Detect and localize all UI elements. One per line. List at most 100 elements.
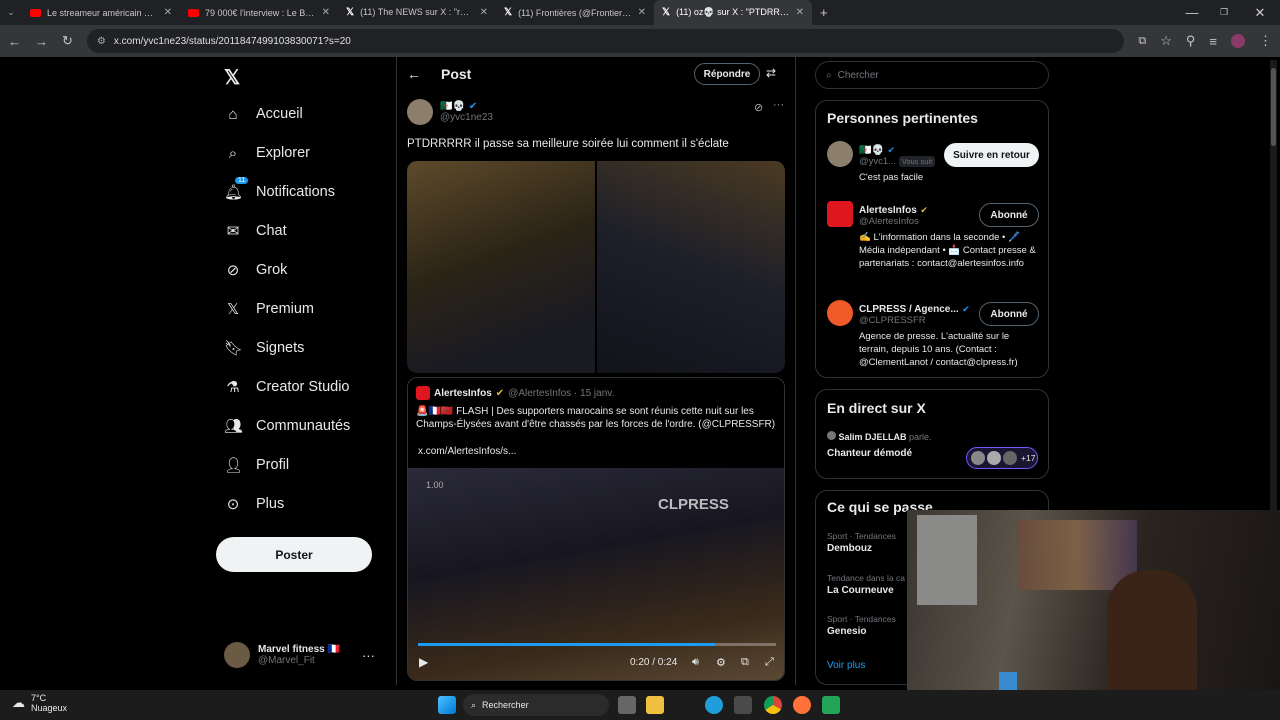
author-name[interactable]: 🇩🇿💀 bbox=[440, 101, 465, 112]
scrollbar-thumb[interactable] bbox=[1271, 68, 1276, 146]
back-icon[interactable]: ← bbox=[8, 34, 21, 49]
post-photo[interactable] bbox=[597, 161, 785, 373]
restore-icon[interactable]: ❐ bbox=[1208, 7, 1240, 18]
nav-item-home[interactable]: ⌂ Accueil bbox=[224, 101, 302, 127]
more-icon[interactable]: ··· bbox=[362, 648, 375, 663]
nav-item-more[interactable]: ⊙ Plus bbox=[224, 491, 285, 517]
nav-item-notifications[interactable]: 🔔︎ 11 Notifications bbox=[224, 177, 335, 205]
fullscreen-icon[interactable]: ⤢ bbox=[765, 656, 774, 669]
install-app-icon[interactable]: ⧉ bbox=[1138, 35, 1146, 48]
search-icon: ⌕ bbox=[826, 69, 832, 81]
forward-icon[interactable]: → bbox=[35, 34, 48, 49]
following-button[interactable]: Abonné bbox=[979, 302, 1039, 326]
nav-item-premium[interactable]: 𝕏 Premium bbox=[224, 296, 314, 322]
author-avatar[interactable] bbox=[407, 99, 433, 125]
pip-icon[interactable]: ⧉ bbox=[741, 656, 749, 669]
quoted-post[interactable]: AlertesInfos ✔ @AlertesInfos · 15 janv. … bbox=[407, 377, 785, 681]
task-view-icon[interactable] bbox=[618, 696, 636, 714]
post-more-icon[interactable]: ··· bbox=[773, 99, 784, 111]
chrome-icon[interactable] bbox=[764, 696, 782, 714]
trend-item[interactable]: Sport · Tendances Genesio bbox=[827, 614, 896, 637]
close-tab-icon[interactable]: ✕ bbox=[796, 7, 804, 18]
post-header: ← Post Répondre ⇄ bbox=[397, 57, 795, 91]
minimize-icon[interactable]: — bbox=[1176, 5, 1208, 20]
url-field[interactable]: ⚙ x.com/yvc1ne23/status/2011847499103830… bbox=[86, 29, 1125, 53]
grok-icon: ⊘ bbox=[226, 262, 240, 279]
file-explorer-icon[interactable] bbox=[646, 696, 664, 714]
card-title: Personnes pertinentes bbox=[827, 110, 978, 126]
close-tab-icon[interactable]: ✕ bbox=[164, 7, 172, 18]
store-icon[interactable] bbox=[734, 696, 752, 714]
browser-tab[interactable]: 79 000€ l'interview : Le Business ✕ bbox=[180, 0, 338, 25]
post-photo[interactable] bbox=[407, 161, 595, 373]
discord-icon[interactable] bbox=[822, 696, 840, 714]
trend-item[interactable]: Tendance dans la ca La Courneuve bbox=[827, 573, 905, 596]
site-info-icon[interactable]: ⚙ bbox=[97, 36, 106, 47]
author-handle[interactable]: @yvc1ne23 bbox=[440, 112, 493, 123]
card-title: En direct sur X bbox=[827, 400, 926, 416]
nav-item-grok[interactable]: ⊘ Grok bbox=[224, 257, 288, 283]
following-button[interactable]: Abonné bbox=[979, 203, 1039, 227]
nav-item-explore[interactable]: ⌕ Explorer bbox=[224, 140, 310, 166]
weather-condition: Nuageux bbox=[31, 703, 68, 713]
people-icon: 👥︎ bbox=[224, 418, 244, 435]
left-navigation: 𝕏 ⌂ Accueil ⌕ Explorer 🔔︎ 11 Notifications ✉… bbox=[216, 57, 396, 685]
url-text: x.com/yvc1ne23/status/201184749910383007… bbox=[113, 35, 351, 47]
grok-explain-icon[interactable]: ⊘ bbox=[754, 101, 763, 114]
edge-icon[interactable] bbox=[705, 696, 723, 714]
play-icon[interactable]: ▶ bbox=[419, 655, 428, 669]
nav-item-bookmarks[interactable]: 🔖︎ Signets bbox=[224, 335, 304, 361]
account-switcher[interactable]: Marvel fitness 🇫🇷 @Marvel_Fit ··· bbox=[224, 642, 375, 668]
media-controls-icon[interactable]: ≡ bbox=[1209, 34, 1217, 49]
trend-name: Dembouz bbox=[827, 543, 872, 554]
live-listeners-pill[interactable]: +17 bbox=[966, 447, 1038, 469]
bookmark-star-icon[interactable]: ☆ bbox=[1160, 33, 1172, 49]
search-icon: ⌕ bbox=[471, 699, 477, 710]
filter-icon[interactable]: ⇄ bbox=[766, 66, 776, 80]
extensions-icon[interactable]: ⚲ bbox=[1186, 33, 1196, 49]
browser-tab-bar: ⌄ Le streameur américain Kai Cen ✕ 79 000… bbox=[0, 0, 1280, 25]
nav-item-chat[interactable]: ✉ Chat bbox=[224, 218, 287, 244]
follow-back-button[interactable]: Suivre en retour bbox=[944, 143, 1039, 167]
settings-gear-icon[interactable]: ⚙ bbox=[716, 656, 726, 669]
trend-item[interactable]: Sport · Tendances Dembouz bbox=[827, 531, 896, 554]
windows-start-icon[interactable] bbox=[438, 696, 456, 714]
profile-icon[interactable] bbox=[1231, 34, 1245, 48]
close-tab-icon[interactable]: ✕ bbox=[322, 7, 330, 18]
close-tab-icon[interactable]: ✕ bbox=[480, 7, 488, 18]
x-logo-icon[interactable]: 𝕏 bbox=[224, 65, 240, 90]
browser-tab[interactable]: 𝕏 (11) Frontières (@Frontieresme ✕ bbox=[496, 0, 654, 25]
browser-tab[interactable]: Le streameur américain Kai Cen ✕ bbox=[22, 0, 180, 25]
reload-icon[interactable]: ↻ bbox=[62, 33, 73, 49]
avatar bbox=[971, 451, 985, 465]
browser-menu-icon[interactable]: ⋮ bbox=[1259, 33, 1272, 49]
taskbar-search[interactable]: ⌕ Rechercher bbox=[463, 694, 609, 716]
live-host: Salim DJELLAB parle. bbox=[827, 431, 932, 442]
show-more-link[interactable]: Voir plus bbox=[827, 660, 865, 671]
tab-list-icon[interactable]: ⌄ bbox=[0, 7, 22, 18]
close-window-icon[interactable]: ✕ bbox=[1240, 5, 1280, 21]
browser-tab-active[interactable]: 𝕏 (11) oz💀 sur X : "PTDRRRRR il ✕ bbox=[654, 0, 812, 25]
quote-link[interactable]: x.com/AlertesInfos/s... bbox=[418, 446, 516, 457]
live-space-title[interactable]: Chanteur démodé bbox=[827, 448, 912, 459]
search-input[interactable]: ⌕ Chercher bbox=[815, 61, 1049, 89]
video-player[interactable]: 1.00 CLPRESS ▶ 0:20 / 0:24 🔊︎ ⚙ ⧉ ⤢ bbox=[408, 468, 784, 680]
back-arrow-icon[interactable]: ← bbox=[407, 66, 421, 82]
webcam-can bbox=[999, 672, 1017, 690]
post-photos[interactable] bbox=[407, 161, 785, 373]
weather-widget[interactable]: ☁ 7°C Nuageux bbox=[12, 693, 67, 713]
nav-item-profile[interactable]: 👤︎ Profil bbox=[224, 452, 289, 478]
firefox-icon[interactable] bbox=[793, 696, 811, 714]
post-button[interactable]: Poster bbox=[216, 537, 372, 572]
video-time: 0:20 / 0:24 bbox=[630, 657, 678, 668]
taskbar-search-text: Rechercher bbox=[482, 700, 529, 710]
new-tab-icon[interactable]: + bbox=[820, 5, 828, 20]
nav-item-creator-studio[interactable]: ⚗ Creator Studio bbox=[224, 374, 349, 400]
reply-button[interactable]: Répondre bbox=[694, 63, 760, 85]
video-progress-track[interactable] bbox=[418, 643, 776, 646]
nav-item-communities[interactable]: 👥︎ Communautés bbox=[224, 413, 350, 439]
volume-icon[interactable]: 🔊︎ bbox=[692, 656, 699, 669]
mail-icon: ✉ bbox=[226, 223, 240, 240]
close-tab-icon[interactable]: ✕ bbox=[638, 7, 646, 18]
browser-tab[interactable]: 𝕏 (11) The NEWS sur X : "ra🙇Ni ✕ bbox=[338, 0, 496, 25]
